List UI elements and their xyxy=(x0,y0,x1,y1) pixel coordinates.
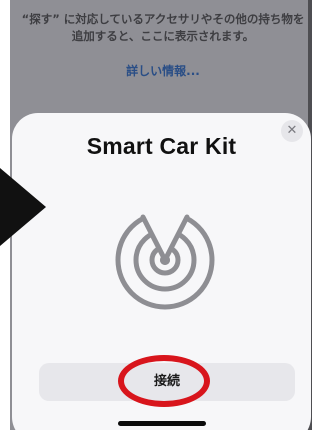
radar-icon xyxy=(115,209,215,310)
home-indicator[interactable] xyxy=(118,421,206,426)
sheet-title: Smart Car Kit xyxy=(86,133,237,159)
frame-edge-right xyxy=(312,0,324,430)
empty-state-description: “探す” に対応しているアクセサリやその他の持ち物を追加すると、ここに表示されま… xyxy=(21,12,305,43)
more-info-link[interactable]: 詳しい情報... xyxy=(18,62,308,79)
pointer-arrow-icon xyxy=(0,168,46,246)
annotation-circle xyxy=(118,355,210,407)
screen: “探す” に対応しているアクセサリやその他の持ち物を追加すると、ここに表示されま… xyxy=(0,0,324,430)
